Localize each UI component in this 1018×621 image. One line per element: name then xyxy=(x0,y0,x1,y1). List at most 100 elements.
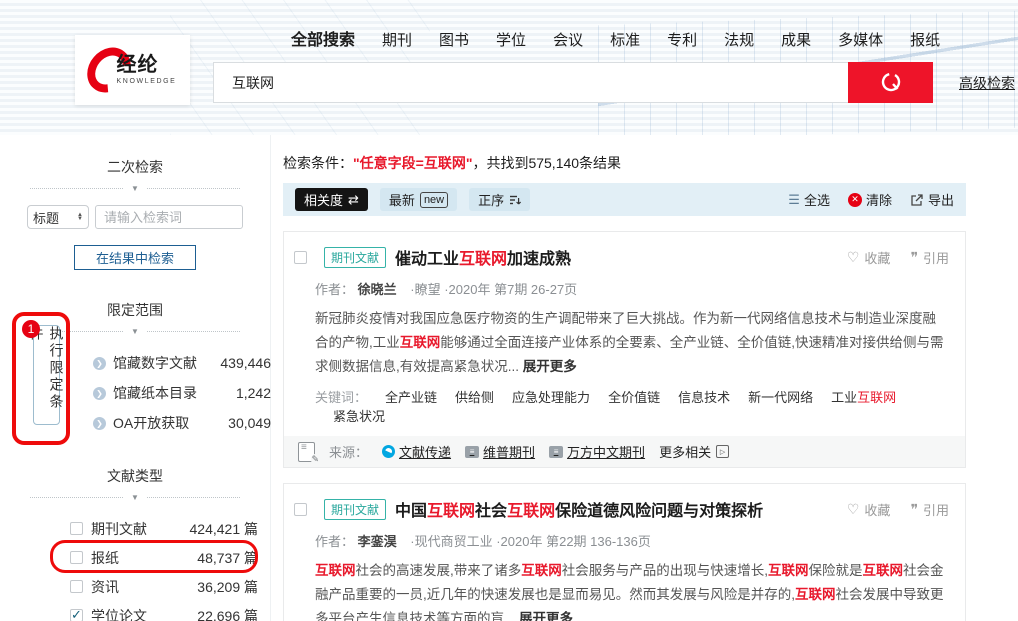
doc-type-count: 22,696 篇 xyxy=(197,606,258,621)
expand-more-button[interactable]: 展开更多 xyxy=(523,359,577,374)
section-divider: ▼ xyxy=(30,493,240,502)
database-icon: ≡ xyxy=(549,446,563,458)
scope-item-label: OA开放获取 xyxy=(113,413,189,433)
cite-label: 引用 xyxy=(923,248,949,267)
doc-type-journal[interactable]: 期刊文献 424,421 篇 xyxy=(70,514,258,543)
result-title-link[interactable]: 中国互联网社会互联网保险道德风险问题与对策探析 xyxy=(395,497,763,521)
expand-more-button[interactable]: 展开更多 xyxy=(519,611,573,621)
scope-item-label: 馆藏纸本目录 xyxy=(113,383,197,403)
nav-tab-standard[interactable]: 标准 xyxy=(610,29,640,50)
doc-type-thesis[interactable]: 学位论文 22,696 篇 xyxy=(70,601,258,621)
clear-label: 清除 xyxy=(866,190,892,209)
condition-value: "任意字段=互联网" xyxy=(353,155,472,171)
sort-order-button[interactable]: 正序 xyxy=(469,188,530,211)
publication-meta: ·瞭望 ·2020年 第7期 26-27页 xyxy=(410,282,577,297)
field-select[interactable]: 标题 ▲▼ xyxy=(27,205,89,229)
keyword-link[interactable]: 全价值链 xyxy=(608,387,660,406)
doc-type-badge: 期刊文献 xyxy=(324,499,386,520)
list-icon: ☰ xyxy=(788,192,800,208)
keywords-line: 关键词： 全产业链 供给侧 应急处理能力 全价值链 信息技术 新一代网络 工业互… xyxy=(284,379,965,425)
keyword-link[interactable]: 新一代网络 xyxy=(748,387,813,406)
source-link-transfer[interactable]: 文献传递 xyxy=(382,442,451,461)
condition-prefix: 检索条件： xyxy=(283,155,353,171)
checkbox[interactable] xyxy=(70,522,83,535)
doc-type-newspaper[interactable]: 报纸 48,737 篇 xyxy=(70,543,258,572)
logo[interactable]: 经纶 KNOWLEDGE xyxy=(75,35,190,105)
results-toolbar: 相关度 ⇄ 最新 new 正序 ☰ 全选 xyxy=(283,183,966,216)
sort-order-label: 正序 xyxy=(478,190,504,209)
nav-tab-newspaper[interactable]: 报纸 xyxy=(910,29,940,50)
keyword-link[interactable]: 信息技术 xyxy=(678,387,730,406)
select-all-button[interactable]: ☰ 全选 xyxy=(788,190,830,209)
search-in-results-button[interactable]: 在结果中检索 xyxy=(74,245,196,270)
chevron-down-icon: ▼ xyxy=(123,493,147,502)
keyword-link[interactable]: 全产业链 xyxy=(385,387,437,406)
favorite-label: 收藏 xyxy=(864,248,890,267)
nav-tab-degree[interactable]: 学位 xyxy=(496,29,526,50)
scope-item-oa[interactable]: ❯ OA开放获取 30,049 xyxy=(93,408,271,438)
logo-cn-text: 经纶 xyxy=(117,55,177,75)
arrow-right-box-icon: ▷ xyxy=(716,445,729,458)
more-related-button[interactable]: 更多相关 ▷ xyxy=(659,442,729,461)
cite-button[interactable]: ❞ 引用 xyxy=(910,248,949,267)
clear-button[interactable]: ✕ 清除 xyxy=(848,190,892,209)
doc-type-count: 424,421 篇 xyxy=(190,519,259,539)
doc-type-section: 文献类型 ▼ 期刊文献 424,421 篇 报纸 48,737 篇 资讯 36,… xyxy=(0,466,270,621)
top-banner: 经纶 KNOWLEDGE 全部搜索 期刊 图书 学位 会议 标准 专利 法规 成… xyxy=(0,0,1018,135)
checkbox[interactable] xyxy=(70,551,83,564)
keyword-link[interactable]: 应急处理能力 xyxy=(512,387,590,406)
source-link-wanfang[interactable]: ≡ 万方中文期刊 xyxy=(549,442,645,461)
sort-newest-button[interactable]: 最新 new xyxy=(380,188,457,211)
keyword-link[interactable]: 供给侧 xyxy=(455,387,494,406)
doc-type-news[interactable]: 资讯 36,209 篇 xyxy=(70,572,258,601)
nav-tab-book[interactable]: 图书 xyxy=(439,29,469,50)
result-card-2: 期刊文献 中国互联网社会互联网保险道德风险问题与对策探析 ♡ 收藏 ❞ 引用 作… xyxy=(283,483,966,621)
advanced-search-link[interactable]: 高级检索 xyxy=(959,73,1015,93)
nav-tab-patent[interactable]: 专利 xyxy=(667,29,697,50)
result-checkbox[interactable] xyxy=(294,503,307,516)
scope-item-count: 30,049 xyxy=(228,415,271,431)
export-button[interactable]: 导出 xyxy=(910,190,954,209)
sort-newest-label: 最新 xyxy=(389,190,415,209)
quote-icon: ❞ xyxy=(910,249,918,266)
favorite-button[interactable]: ♡ 收藏 xyxy=(847,500,891,519)
nav-tab-all-search[interactable]: 全部搜索 xyxy=(291,26,355,50)
database-icon: ≡ xyxy=(465,446,479,458)
keyword-link[interactable]: 工业互联网 xyxy=(831,387,896,406)
scope-item-paper-catalog[interactable]: ❯ 馆藏纸本目录 1,242 xyxy=(93,378,271,408)
secondary-search-section: 二次检索 ▼ 标题 ▲▼ 在结果中检索 xyxy=(0,157,270,270)
top-nav: 全部搜索 期刊 图书 学位 会议 标准 专利 法规 成果 多媒体 报纸 xyxy=(291,26,940,50)
search-input[interactable] xyxy=(213,62,848,103)
apply-filters-button[interactable]: 执行限定条件 xyxy=(33,325,60,425)
clear-x-icon: ✕ xyxy=(848,193,862,207)
abstract-text: 互联网社会的高速发展,带来了诸多互联网社会服务与产品的出现与快速增长,互联网保险… xyxy=(315,563,944,621)
scope-item-digital[interactable]: ❯ 馆藏数字文献 439,446 xyxy=(93,348,271,378)
favorite-button[interactable]: ♡ 收藏 xyxy=(847,248,891,267)
cite-button[interactable]: ❞ 引用 xyxy=(910,500,949,519)
nav-tab-journal[interactable]: 期刊 xyxy=(382,29,412,50)
checkbox-checked[interactable] xyxy=(70,609,83,621)
keyword-link[interactable]: 紧急状况 xyxy=(333,406,385,425)
nav-tab-conference[interactable]: 会议 xyxy=(553,29,583,50)
checkbox[interactable] xyxy=(70,580,83,593)
doc-type-title: 文献类型 xyxy=(30,466,240,486)
nav-tab-achievement[interactable]: 成果 xyxy=(781,29,811,50)
scope-item-label: 馆藏数字文献 xyxy=(113,353,197,373)
doc-type-label: 期刊文献 xyxy=(91,519,147,539)
author-name[interactable]: 李銮淏 xyxy=(358,534,397,549)
author-name[interactable]: 徐晓兰 xyxy=(358,282,397,297)
abstract-text: 新冠肺炎疫情对我国应急医疗物资的生产调配带来了巨大挑战。作为新一代网络信息技术与… xyxy=(315,311,944,374)
result-card-1: 期刊文献 催动工业互联网加速成熟 ♡ 收藏 ❞ 引用 作者： 徐晓兰 ·瞭望 ·… xyxy=(283,231,966,468)
select-all-label: 全选 xyxy=(804,190,830,209)
search-button[interactable] xyxy=(848,62,933,103)
more-related-label: 更多相关 xyxy=(659,442,711,461)
secondary-search-input[interactable] xyxy=(95,205,243,229)
nav-tab-multimedia[interactable]: 多媒体 xyxy=(838,29,883,50)
scope-title: 限定范围 xyxy=(30,300,240,320)
result-title-link[interactable]: 催动工业互联网加速成熟 xyxy=(395,245,571,269)
nav-tab-regulation[interactable]: 法规 xyxy=(724,29,754,50)
sort-relevance-button[interactable]: 相关度 ⇄ xyxy=(295,188,368,211)
result-checkbox[interactable] xyxy=(294,251,307,264)
author-label: 作者： xyxy=(315,534,354,549)
source-link-weipu[interactable]: ≡ 维普期刊 xyxy=(465,442,535,461)
